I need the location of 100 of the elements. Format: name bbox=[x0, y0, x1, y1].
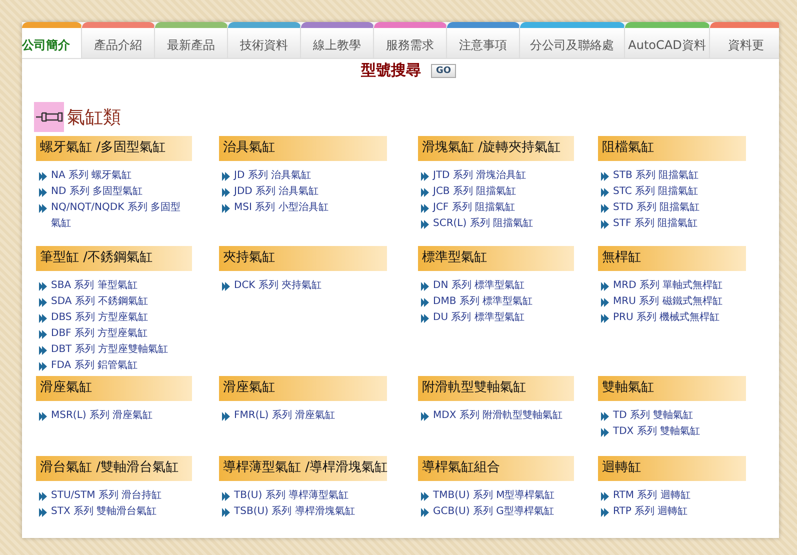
bullet-icon bbox=[421, 188, 429, 197]
product-link[interactable]: SDA 系列 不銹鋼氣缸 bbox=[51, 294, 148, 310]
category-header: 附滑軌型雙軸氣缸 bbox=[418, 376, 574, 401]
nav-tab[interactable]: 技術資料 bbox=[228, 22, 301, 58]
category-header: 導桿氣缸組合 bbox=[418, 456, 574, 481]
product-link[interactable]: TD 系列 雙軸氣缸 bbox=[613, 408, 694, 424]
nav-tab[interactable]: AutoCAD資料 bbox=[625, 22, 710, 58]
product-link[interactable]: DBS 系列 方型座氣缸 bbox=[51, 310, 148, 326]
product-link[interactable]: RTM 系列 迴轉缸 bbox=[613, 488, 690, 504]
bullet-icon bbox=[421, 220, 429, 229]
product-link[interactable]: JCB 系列 阻擋氣缸 bbox=[433, 184, 516, 200]
product-link[interactable]: SBA 系列 筆型氣缸 bbox=[51, 278, 138, 294]
bullet-icon bbox=[601, 172, 609, 181]
bullet-icon bbox=[39, 362, 47, 371]
nav-tab[interactable]: 產品介紹 bbox=[82, 22, 155, 58]
product-link[interactable]: MRU 系列 磁鐵式無桿缸 bbox=[613, 294, 722, 310]
product-link[interactable]: DCK 系列 夾持氣缸 bbox=[234, 278, 322, 294]
product-link[interactable]: MSR(L) 系列 滑座氣缸 bbox=[51, 408, 153, 424]
cylinder-icon bbox=[34, 102, 64, 132]
bullet-icon bbox=[421, 492, 429, 501]
product-link[interactable]: STU/STM 系列 滑台持缸 bbox=[51, 488, 162, 504]
category-header: 螺牙氣缸 /多固型氣缸 bbox=[36, 136, 192, 161]
product-link[interactable]: JDD 系列 治具氣缸 bbox=[234, 184, 319, 200]
bullet-icon bbox=[39, 412, 47, 421]
bullet-icon bbox=[601, 428, 609, 437]
product-link[interactable]: GCB(U) 系列 G型導桿氣缸 bbox=[433, 504, 554, 520]
product-link[interactable]: TMB(U) 系列 M型導桿氣缸 bbox=[433, 488, 555, 504]
product-link[interactable]: FDA 系列 鋁管氣缸 bbox=[51, 358, 138, 374]
product-link[interactable]: DU 系列 標準型氣缸 bbox=[433, 310, 524, 326]
bullet-icon bbox=[421, 204, 429, 213]
bullet-icon bbox=[421, 298, 429, 307]
bullet-icon bbox=[39, 172, 47, 181]
bullet-icon bbox=[222, 204, 230, 213]
bullet-icon bbox=[39, 346, 47, 355]
bullet-icon bbox=[601, 508, 609, 517]
product-link[interactable]: STB 系列 阻擋氣缸 bbox=[613, 168, 699, 184]
category-header: 標準型氣缸 bbox=[418, 246, 574, 271]
product-link[interactable]: MDX 系列 附滑軌型雙軸氣缸 bbox=[433, 408, 563, 424]
bullet-icon bbox=[601, 204, 609, 213]
product-link[interactable]: STF 系列 阻擋氣缸 bbox=[613, 216, 698, 232]
product-link[interactable]: DMB 系列 標準型氣缸 bbox=[433, 294, 533, 310]
bullet-icon bbox=[222, 508, 230, 517]
bullet-icon bbox=[222, 492, 230, 501]
category-header: 夾持氣缸 bbox=[219, 246, 387, 271]
nav-tab[interactable]: 服務需求 bbox=[374, 22, 447, 58]
product-link[interactable]: DBT 系列 方型座雙軸氣缸 bbox=[51, 342, 168, 358]
bullet-icon bbox=[601, 220, 609, 229]
bullet-icon bbox=[421, 412, 429, 421]
product-link[interactable]: JD 系列 治具氣缸 bbox=[234, 168, 312, 184]
category-header: 阻檔氣缸 bbox=[598, 136, 746, 161]
bullet-icon bbox=[421, 282, 429, 291]
category-header: 迴轉缸 bbox=[598, 456, 746, 481]
nav-tab[interactable]: 注意事項 bbox=[447, 22, 520, 58]
bullet-icon bbox=[39, 204, 47, 213]
product-link[interactable]: PRU 系列 機械式無桿缸 bbox=[613, 310, 720, 326]
nav-tab[interactable]: 最新產品 bbox=[155, 22, 228, 58]
category-header: 治具氣缸 bbox=[219, 136, 387, 161]
bullet-icon bbox=[39, 282, 47, 291]
category-header: 筆型缸 /不銹鋼氣缸 bbox=[36, 246, 192, 271]
bullet-icon bbox=[222, 412, 230, 421]
nav-tab[interactable]: 資料更 bbox=[710, 22, 779, 58]
product-link[interactable]: DN 系列 標準型氣缸 bbox=[433, 278, 525, 294]
category-header: 滑塊氣缸 /旋轉夾持氣缸 bbox=[418, 136, 574, 161]
product-link[interactable]: RTP 系列 迴轉缸 bbox=[613, 504, 688, 520]
product-link[interactable]: STC 系列 阻擋氣缸 bbox=[613, 184, 698, 200]
product-link[interactable]: STX 系列 雙軸滑台氣缸 bbox=[51, 504, 157, 520]
section-title: 氣缸類 bbox=[67, 106, 121, 129]
bullet-icon bbox=[222, 172, 230, 181]
bullet-icon bbox=[601, 282, 609, 291]
bullet-icon bbox=[601, 492, 609, 501]
product-link[interactable]: MSI 系列 小型治具缸 bbox=[234, 200, 328, 216]
bullet-icon bbox=[601, 298, 609, 307]
category-header: 雙軸氣缸 bbox=[598, 376, 746, 401]
bullet-icon bbox=[421, 314, 429, 323]
product-link[interactable]: ND 系列 多固型氣缸 bbox=[51, 184, 143, 200]
bullet-icon bbox=[39, 492, 47, 501]
category-header: 滑座氣缸 bbox=[219, 376, 387, 401]
product-link[interactable]: TDX 系列 雙軸氣缸 bbox=[613, 424, 700, 440]
go-button[interactable]: GO bbox=[430, 64, 456, 78]
nav-tab[interactable]: 公司簡介 bbox=[22, 22, 82, 58]
category-header: 導桿薄型氣缸 /導桿滑塊氣缸 bbox=[219, 456, 387, 481]
nav-tab[interactable]: 分公司及聯絡處 bbox=[520, 22, 625, 58]
product-link[interactable]: DBF 系列 方型座氣缸 bbox=[51, 326, 148, 342]
product-link[interactable]: JCF 系列 阻擋氣缸 bbox=[433, 200, 516, 216]
product-link[interactable]: TSB(U) 系列 導桿滑塊氣缸 bbox=[234, 504, 355, 520]
bullet-icon bbox=[421, 508, 429, 517]
nav-tab[interactable]: 線上教學 bbox=[301, 22, 374, 58]
product-link[interactable]: STD 系列 阻擋氣缸 bbox=[613, 200, 700, 216]
product-link[interactable]: NA 系列 螺牙氣缸 bbox=[51, 168, 132, 184]
bullet-icon bbox=[601, 314, 609, 323]
product-link[interactable]: JTD 系列 滑塊治具缸 bbox=[433, 168, 526, 184]
product-link[interactable]: SCR(L) 系列 阻擋氣缸 bbox=[433, 216, 534, 232]
category-header: 滑台氣缸 /雙軸滑台氣缸 bbox=[36, 456, 192, 481]
bullet-icon bbox=[39, 314, 47, 323]
bullet-icon bbox=[39, 298, 47, 307]
product-link[interactable]: TB(U) 系列 導桿薄型氣缸 bbox=[234, 488, 348, 504]
bullet-icon bbox=[601, 188, 609, 197]
product-link[interactable]: MRD 系列 單軸式無桿缸 bbox=[613, 278, 723, 294]
product-link[interactable]: NQ/NQT/NQDK 系列 多固型氣缸 bbox=[51, 200, 181, 232]
product-link[interactable]: FMR(L) 系列 滑座氣缸 bbox=[234, 408, 336, 424]
